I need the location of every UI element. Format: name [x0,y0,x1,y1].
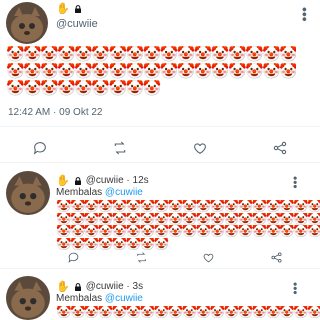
cat-avatar-icon [6,276,50,320]
emoji-line: 🤡🤡🤡🤡🤡🤡🤡🤡🤡🤡🤡🤡🤡🤡🤡🤡🤡 [6,46,297,63]
reply-button[interactable] [28,138,52,158]
emoji-line: 🤡🤡🤡🤡🤡🤡🤡🤡🤡🤡🤡🤡🤡🤡🤡🤡🤡🤡🤡 [56,225,320,238]
avatar[interactable] [6,171,50,215]
avatar[interactable] [6,2,48,44]
account-badges: ✋ @cuwiie · 12s [56,174,149,187]
emoji-line: 🤡🤡🤡🤡🤡🤡🤡🤡🤡🤡🤡🤡🤡🤡🤡🤡🤡 [6,63,297,80]
emoji-line: 🤡🤡🤡🤡🤡🤡🤡🤡🤡🤡🤡🤡🤡🤡🤡🤡🤡🤡🤡 [56,200,320,213]
more-icon[interactable]: ••• [288,176,302,189]
like-icon [203,253,214,262]
handle-time[interactable]: @cuwiie · 3s [86,281,143,292]
tweet-actions [40,247,310,267]
handle[interactable]: @cuwiie [56,18,98,30]
cat-avatar-icon [6,2,48,44]
like-button[interactable] [197,247,221,267]
handle-time[interactable]: @cuwiie · 12s [86,175,149,186]
share-icon [271,251,282,263]
reply-label: Membalas [56,187,103,198]
share-icon [273,141,287,155]
emoji-line: 🤡🤡🤡🤡🤡🤡🤡🤡🤡🤡🤡🤡🤡🤡🤡🤡🤡🤡🤡 [56,306,320,319]
lock-icon [74,282,81,291]
emoji-line: 🤡🤡🤡🤡🤡🤡🤡🤡🤡🤡🤡🤡🤡🤡🤡🤡🤡🤡🤡 [56,212,320,225]
tweet-text: 🤡🤡🤡🤡🤡🤡🤡🤡🤡🤡🤡🤡🤡🤡🤡🤡🤡🤡🤡 [56,306,320,319]
like-icon [194,143,206,154]
timestamp[interactable]: 12:42 AM · 09 Okt 22 [8,107,103,118]
more-icon[interactable]: ••• [288,282,302,295]
avatar[interactable] [6,276,50,320]
lock-icon [74,176,81,185]
more-icon[interactable]: ••• [297,7,313,22]
reply-icon [33,142,46,155]
share-button[interactable] [264,247,288,267]
like-button[interactable] [188,138,212,158]
reply-to-link[interactable]: @cuwiie [105,187,143,198]
retweet-icon [114,141,126,155]
account-badges: ✋ @cuwiie · 3s [56,280,143,293]
divider [0,162,320,163]
reply-label: Membalas [56,293,103,304]
share-button[interactable] [268,138,292,158]
lock-icon [74,4,81,13]
divider [0,268,320,269]
reply-button[interactable] [62,247,86,267]
retweet-icon [137,251,146,263]
hand-icon: ✋ [56,3,70,15]
divider [0,126,320,127]
hand-icon: ✋ [56,281,70,293]
account-badges: ✋ [56,2,82,15]
retweet-button[interactable] [108,138,132,158]
retweet-button[interactable] [129,247,153,267]
tweet-text: 🤡🤡🤡🤡🤡🤡🤡🤡🤡🤡🤡🤡🤡🤡🤡🤡🤡🤡🤡 🤡🤡🤡🤡🤡🤡🤡🤡🤡🤡🤡🤡🤡🤡🤡🤡🤡🤡🤡 … [56,200,320,250]
cat-avatar-icon [6,171,50,215]
reply-to: Membalas @cuwiie [56,293,143,304]
tweet-actions [0,138,320,158]
reply-to: Membalas @cuwiie [56,187,143,198]
reply-icon [68,252,79,263]
reply-to-link[interactable]: @cuwiie [105,293,143,304]
hand-icon: ✋ [56,175,70,187]
tweet-text: 🤡🤡🤡🤡🤡🤡🤡🤡🤡🤡🤡🤡🤡🤡🤡🤡🤡 🤡🤡🤡🤡🤡🤡🤡🤡🤡🤡🤡🤡🤡🤡🤡🤡🤡 🤡🤡🤡🤡… [6,46,296,97]
emoji-line: 🤡🤡🤡🤡🤡🤡🤡🤡🤡 [6,80,161,97]
